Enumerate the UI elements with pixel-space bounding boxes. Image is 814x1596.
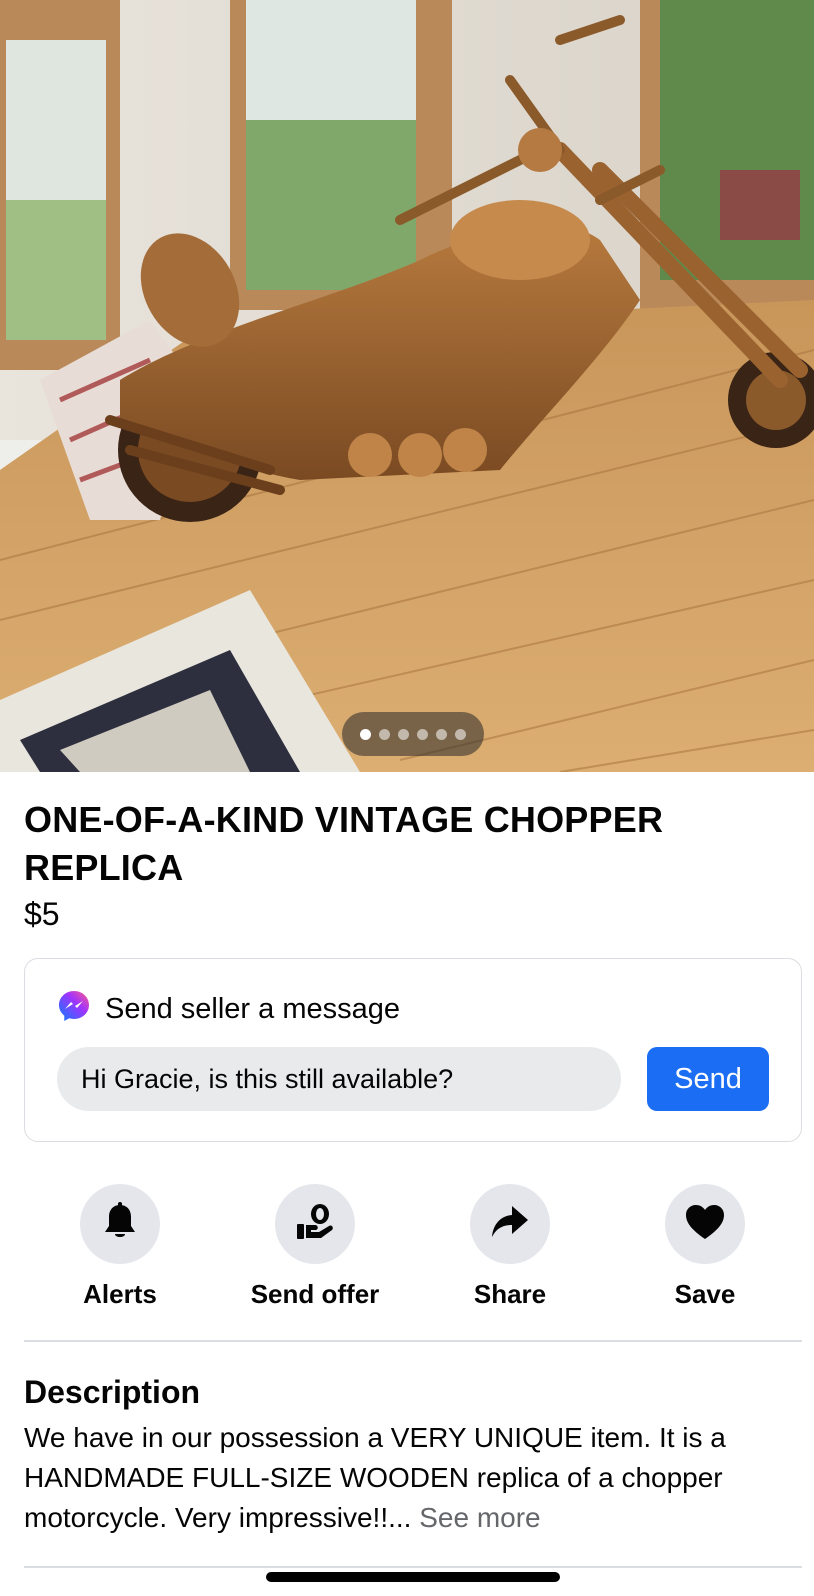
message-card-header: Send seller a message	[57, 989, 400, 1028]
message-card-title: Send seller a message	[105, 992, 400, 1025]
photo-pager[interactable]	[342, 712, 484, 756]
action-bar: Alerts Send offer Share Save	[0, 1184, 814, 1314]
home-indicator	[266, 1572, 560, 1582]
pager-dot[interactable]	[379, 728, 390, 740]
pager-dot[interactable]	[398, 728, 409, 740]
messenger-icon	[57, 989, 91, 1028]
heart-icon	[684, 1203, 726, 1246]
send-offer-button[interactable]: Send offer	[215, 1184, 415, 1310]
wooden-chopper-motorcycle-photo	[0, 0, 814, 772]
message-input[interactable]: Hi Gracie, is this still available?	[57, 1047, 621, 1111]
listing-photo[interactable]	[0, 0, 814, 772]
pager-dot[interactable]	[436, 728, 447, 740]
send-offer-label: Send offer	[250, 1279, 380, 1309]
section-divider	[24, 1566, 802, 1568]
message-seller-card: Send seller a message Hi Gracie, is this…	[24, 958, 802, 1142]
listing-price: $5	[24, 896, 60, 932]
alerts-button[interactable]: Alerts	[20, 1184, 220, 1310]
pager-dot[interactable]	[455, 728, 466, 740]
bell-icon	[101, 1201, 139, 1247]
offer-hand-icon	[295, 1202, 335, 1247]
description-heading: Description	[24, 1374, 201, 1410]
alerts-circle[interactable]	[80, 1184, 160, 1264]
pager-dot[interactable]	[417, 728, 428, 740]
alerts-label: Alerts	[83, 1279, 157, 1309]
share-arrow-icon	[490, 1204, 530, 1245]
listing-title: ONE-OF-A-KIND VINTAGE CHOPPER REPLICA	[24, 799, 664, 888]
see-more-link[interactable]: See more	[419, 1502, 540, 1533]
save-circle[interactable]	[665, 1184, 745, 1264]
save-label: Save	[674, 1279, 736, 1309]
pager-dot[interactable]	[360, 728, 371, 740]
send-button[interactable]: Send	[647, 1047, 769, 1111]
share-circle[interactable]	[470, 1184, 550, 1264]
description-text: We have in our possession a VERY UNIQUE …	[24, 1418, 794, 1538]
send-offer-circle[interactable]	[275, 1184, 355, 1264]
share-button[interactable]: Share	[410, 1184, 610, 1310]
description-body: We have in our possession a VERY UNIQUE …	[24, 1422, 726, 1533]
section-divider	[24, 1340, 802, 1342]
share-label: Share	[473, 1279, 547, 1309]
save-button[interactable]: Save	[605, 1184, 805, 1310]
